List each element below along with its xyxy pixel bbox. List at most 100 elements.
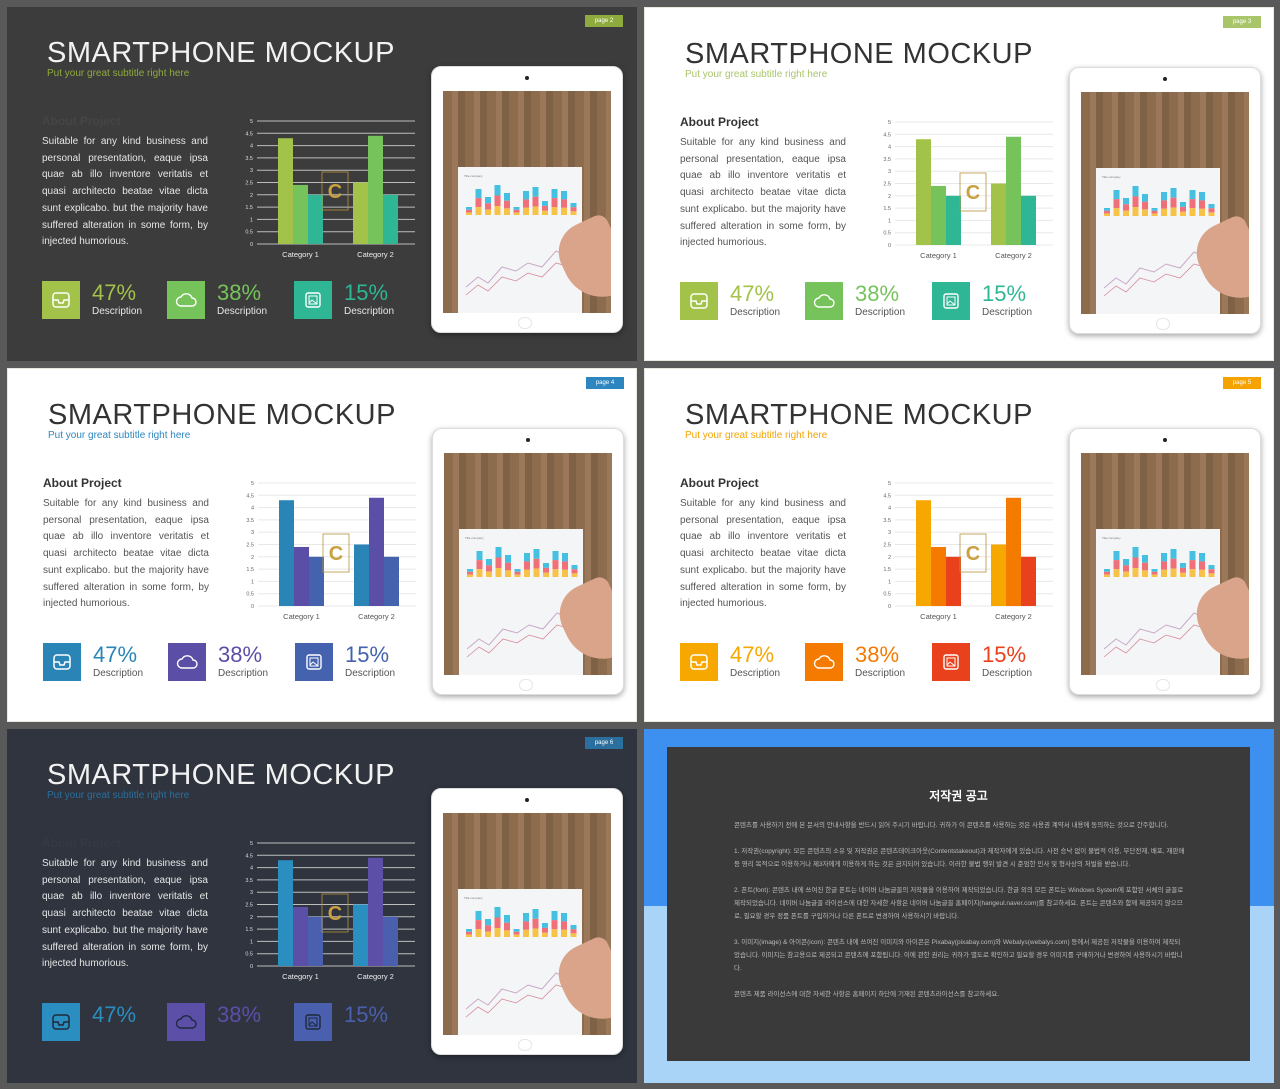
y-tick-label: 2 [888, 194, 891, 200]
watermark-logo: C [959, 172, 987, 212]
y-tick-label: 4 [250, 866, 253, 872]
stat-1: 47% Description [43, 642, 163, 681]
stat-3: 15% Description [295, 642, 415, 681]
slide-3[interactable]: page 4 SMARTPHONE MOCKUP Put your great su… [7, 368, 637, 722]
svg-text:C: C [329, 543, 343, 565]
y-tick-label: 2.5 [883, 182, 891, 188]
bar-chart: 0 0.5 1 1.5 2 2.5 3 3.5 4 4.5 5 Category 1 Category … [245, 119, 415, 259]
section-heading: About Project [680, 115, 759, 129]
category-label: Category 1 [282, 972, 319, 981]
bar [383, 194, 398, 244]
y-tick-label: 0.5 [883, 592, 891, 598]
bar-chart: 0 0.5 1 1.5 2 2.5 3 3.5 4 4.5 5 Category 1 Category … [883, 120, 1053, 260]
stat-label: Description [982, 307, 1033, 318]
tablet-mockup: Title company [431, 788, 623, 1055]
bar [369, 497, 384, 606]
y-tick-label: 3.5 [246, 518, 254, 524]
y-tick-label: 0.5 [245, 952, 253, 958]
bar [308, 194, 323, 244]
y-tick-label: 0 [251, 604, 254, 610]
slide-2[interactable]: page 3 SMARTPHONE MOCKUP Put your great su… [644, 7, 1274, 361]
stat-2: 38% [167, 1002, 287, 1041]
camera-dot [525, 76, 529, 80]
slide-subtitle: Put your great subtitle right here [47, 68, 190, 79]
slide-1[interactable]: page 2 SMARTPHONE MOCKUP Put your great su… [7, 7, 637, 361]
stat-label: Description [730, 668, 781, 679]
y-tick-label: 2 [250, 915, 253, 921]
y-tick-label: 5 [250, 841, 253, 847]
stat-value: 38% [855, 642, 900, 667]
slide-4[interactable]: page 5 SMARTPHONE MOCKUP Put your great su… [644, 368, 1274, 722]
camera-dot [525, 798, 529, 802]
slide-5[interactable]: page 6 SMARTPHONE MOCKUP Put your great su… [7, 729, 637, 1083]
y-tick-label: 4 [251, 506, 254, 512]
bar-chart: 0 0.5 1 1.5 2 2.5 3 3.5 4 4.5 5 Category 1 Category … [883, 481, 1053, 621]
category-label: Category 1 [283, 612, 320, 621]
category-label: Category 2 [358, 612, 395, 621]
category-label: Category 2 [357, 972, 394, 981]
stat-label: Description [218, 668, 269, 679]
bar [931, 185, 946, 245]
bar [383, 916, 398, 966]
stat-value: 47% [92, 280, 137, 305]
copyright-notice-slide[interactable]: 저작권 공고 콘텐츠를 사용하기 전에 본 문서의 안내사항을 반드시 읽어 주시… [644, 729, 1274, 1083]
y-tick-label: 2.5 [245, 903, 253, 909]
y-tick-label: 4.5 [246, 493, 254, 499]
y-tick-label: 5 [888, 481, 891, 487]
category-label: Category 1 [920, 612, 957, 621]
inbox-icon [680, 643, 718, 681]
y-tick-label: 1.5 [883, 206, 891, 212]
notice-paragraph: 3. 이미지(image) & 아이콘(icon): 콘텐츠 내에 쓰여진 이미… [734, 939, 1183, 972]
y-tick-label: 3 [251, 530, 254, 536]
bar-chart: 0 0.5 1 1.5 2 2.5 3 3.5 4 4.5 5 Category 1 Category … [246, 481, 416, 621]
category-label: Category 2 [995, 612, 1032, 621]
stat-1: 47% Description [680, 281, 800, 320]
stat-2: 38% Description [167, 280, 287, 319]
inbox-icon [43, 643, 81, 681]
page-badge: page 4 [586, 377, 624, 389]
stat-1: 47% Description [680, 642, 800, 681]
y-tick-label: 3.5 [883, 157, 891, 163]
bar [1006, 136, 1021, 245]
home-button [518, 317, 532, 329]
bar [1021, 556, 1036, 606]
page-badge: page 3 [1223, 16, 1261, 28]
y-tick-label: 1.5 [883, 567, 891, 573]
bar [353, 182, 368, 244]
y-tick-label: 5 [251, 481, 254, 487]
y-tick-label: 2.5 [883, 543, 891, 549]
y-tick-label: 2 [888, 555, 891, 561]
stat-label: Description [855, 307, 906, 318]
home-button [518, 1039, 532, 1051]
home-button [1156, 679, 1170, 691]
tablet-mockup: Title company [1069, 428, 1261, 695]
stat-2: 38% Description [805, 281, 925, 320]
y-tick-label: 0 [888, 243, 891, 249]
bar [294, 546, 309, 606]
y-tick-label: 4 [888, 506, 891, 512]
y-tick-label: 1 [251, 579, 254, 585]
image-icon [932, 643, 970, 681]
category-label: Category 2 [357, 250, 394, 259]
description-paragraph: Suitable for any kind business and perso… [42, 136, 208, 248]
slide-title: SMARTPHONE MOCKUP [47, 759, 395, 791]
bar [293, 184, 308, 244]
cloud-icon [805, 643, 843, 681]
slide-subtitle: Put your great subtitle right here [47, 790, 190, 801]
y-tick-label: 0.5 [883, 231, 891, 237]
svg-text:Title company: Title company [464, 896, 483, 900]
stat-value: 38% [218, 642, 263, 667]
bar [368, 135, 383, 244]
bar [279, 500, 294, 606]
y-tick-label: 3 [250, 890, 253, 896]
tablet-screen-image: Title company [1081, 453, 1249, 675]
stat-value: 47% [93, 642, 138, 667]
stat-label: Description [855, 668, 906, 679]
y-tick-label: 4.5 [883, 132, 891, 138]
home-button [1156, 318, 1170, 330]
y-tick-label: 5 [250, 119, 253, 125]
camera-dot [1163, 77, 1167, 81]
y-tick-label: 5 [888, 120, 891, 126]
stat-value: 38% [855, 281, 900, 306]
y-tick-label: 2 [250, 193, 253, 199]
